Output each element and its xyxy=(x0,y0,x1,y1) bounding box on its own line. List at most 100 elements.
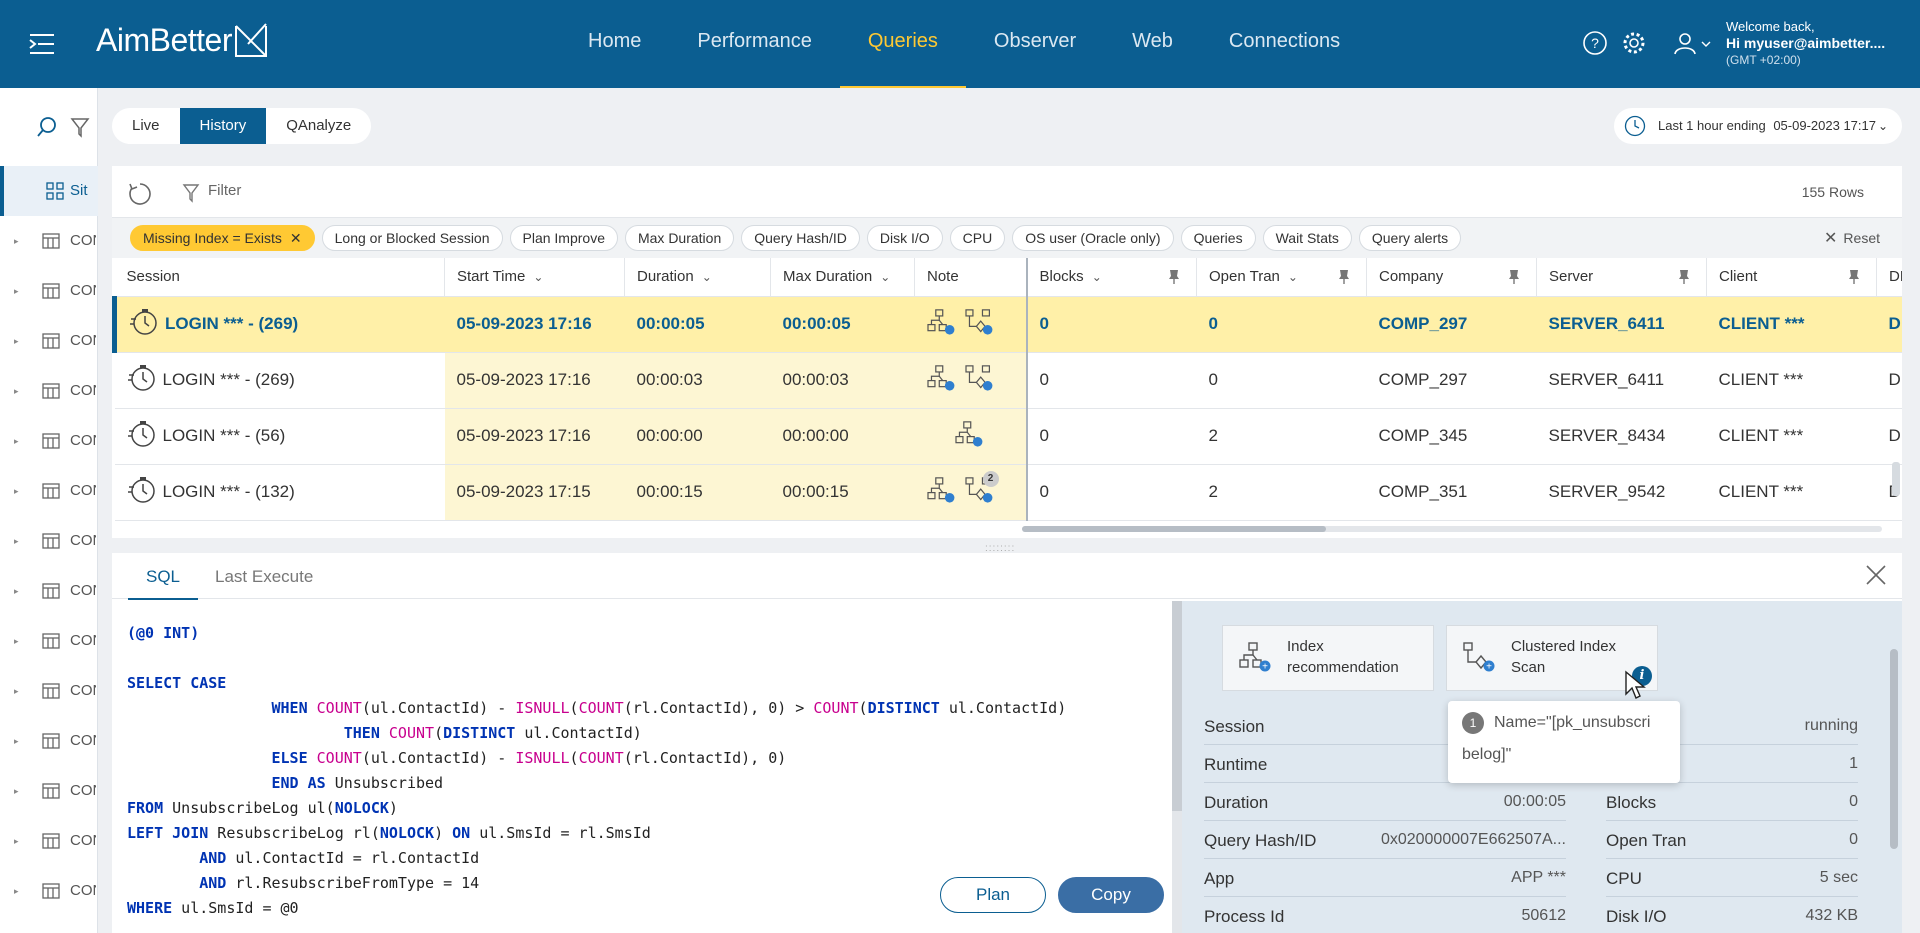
filter-chip[interactable]: Missing Index = Exists ✕ xyxy=(130,225,315,251)
expand-arrow-icon[interactable]: ▸ xyxy=(14,286,19,297)
nav-home[interactable]: Home xyxy=(560,0,669,88)
sidebar-item-connection[interactable]: ▸ CON xyxy=(0,216,98,266)
sql-code[interactable]: (@0 INT) SELECT CASE WHEN COUNT(ul.Conta… xyxy=(127,621,1066,921)
sidebar-item-connection[interactable]: ▸ CON xyxy=(0,316,98,366)
nav-observer[interactable]: Observer xyxy=(966,0,1104,88)
time-range-picker[interactable]: Last 1 hour ending 05-09-2023 17:17 ⌄ xyxy=(1614,108,1902,144)
column-header[interactable]: Duration ⌄ xyxy=(624,258,771,297)
nav-connections[interactable]: Connections xyxy=(1201,0,1368,88)
column-header[interactable]: DB xyxy=(1876,258,1902,297)
chevron-down-icon[interactable]: ⌄ xyxy=(1092,270,1102,284)
close-icon[interactable]: ✕ xyxy=(290,230,302,246)
reset-button[interactable]: ✕ Reset xyxy=(1824,228,1880,248)
filter-icon[interactable] xyxy=(70,116,90,138)
chevron-down-icon[interactable]: ⌄ xyxy=(1288,270,1298,284)
expand-arrow-icon[interactable]: ▸ xyxy=(14,586,19,597)
expand-arrow-icon[interactable]: ▸ xyxy=(14,536,19,547)
chevron-down-icon[interactable]: ⌄ xyxy=(880,270,890,284)
sidebar-item-sites[interactable]: Sit xyxy=(0,166,98,216)
index-recommendation-icon[interactable] xyxy=(926,308,955,340)
copy-button[interactable]: Copy xyxy=(1058,877,1164,913)
index-recommendation-card[interactable]: + Index recommendation xyxy=(1222,625,1434,691)
filter-chip[interactable]: Long or Blocked Session xyxy=(321,225,503,251)
index-recommendation-icon[interactable] xyxy=(926,476,955,508)
chevron-down-icon[interactable] xyxy=(1700,38,1712,50)
column-header[interactable]: Client xyxy=(1706,258,1877,297)
scrollbar-thumb[interactable] xyxy=(1022,526,1326,532)
filter-chip[interactable]: Plan Improve xyxy=(509,225,618,251)
expand-arrow-icon[interactable]: ▸ xyxy=(14,436,19,447)
filter-chip[interactable]: Query Hash/ID xyxy=(741,225,860,251)
filter-chip[interactable]: Disk I/O xyxy=(866,225,943,251)
tab-history[interactable]: History xyxy=(179,108,267,144)
sidebar-item-connection[interactable]: ▸ CON xyxy=(0,416,98,466)
sidebar-item-connection[interactable]: ▸ CON xyxy=(0,866,98,916)
sidebar-item-connection[interactable]: ▸ CON xyxy=(0,466,98,516)
pin-icon[interactable] xyxy=(1848,269,1860,288)
table-row[interactable]: LOGIN *** - (56) 05-09-2023 17:16 00:00:00… xyxy=(114,408,1902,465)
sidebar-item-connection[interactable]: ▸ CON xyxy=(0,516,98,566)
sidebar-item-connection[interactable]: ▸ CON xyxy=(0,716,98,766)
index-scan-icon[interactable] xyxy=(964,364,993,396)
sidebar-item-connection[interactable]: ▸ CON xyxy=(0,766,98,816)
expand-arrow-icon[interactable]: ▸ xyxy=(14,336,19,347)
expand-arrow-icon[interactable]: ▸ xyxy=(14,736,19,747)
expand-arrow-icon[interactable]: ▸ xyxy=(14,786,19,797)
pin-icon[interactable] xyxy=(1338,269,1350,288)
tab-sql[interactable]: SQL xyxy=(127,567,199,600)
column-header[interactable]: Company xyxy=(1366,258,1537,297)
filter-input[interactable]: Filter xyxy=(208,182,241,199)
tab-qanalyze[interactable]: QAnalyze xyxy=(266,108,371,144)
table-row[interactable]: LOGIN *** - (269) 05-09-2023 17:16 00:00:0… xyxy=(112,296,1902,353)
filter-chip[interactable]: Wait Stats xyxy=(1262,225,1352,251)
expand-arrow-icon[interactable]: ▸ xyxy=(14,486,19,497)
scrollbar-thumb[interactable] xyxy=(1172,601,1182,811)
table-row[interactable]: LOGIN *** - (132) 05-09-2023 17:15 00:00:1… xyxy=(114,464,1902,521)
expand-arrow-icon[interactable]: ▸ xyxy=(14,236,19,247)
nav-performance[interactable]: Performance xyxy=(669,0,840,88)
sidebar-item-connection[interactable]: ▸ CON xyxy=(0,366,98,416)
user-info[interactable]: Welcome back, Hi myuser@aimbetter.... (G… xyxy=(1726,18,1885,69)
nav-queries[interactable]: Queries xyxy=(839,0,966,88)
nav-web[interactable]: Web xyxy=(1104,0,1201,88)
sidebar-item-connection[interactable]: ▸ CON xyxy=(0,566,98,616)
index-scan-icon[interactable]: 2 xyxy=(964,470,999,508)
index-recommendation-icon[interactable] xyxy=(954,420,983,452)
filter-chip[interactable]: Max Duration xyxy=(624,225,735,251)
menu-toggle-icon[interactable] xyxy=(28,32,56,56)
expand-arrow-icon[interactable]: ▸ xyxy=(14,836,19,847)
column-header[interactable]: Blocks ⌄ xyxy=(1026,258,1197,297)
app-logo[interactable]: AimBetter xyxy=(96,22,268,59)
pin-icon[interactable] xyxy=(1168,269,1180,288)
column-header[interactable]: Open Tran ⌄ xyxy=(1196,258,1367,297)
code-scrollbar[interactable] xyxy=(1172,601,1182,933)
column-header[interactable]: Start Time ⌄ xyxy=(444,258,625,297)
column-header[interactable]: Note xyxy=(914,258,1028,297)
filter-chip[interactable]: Query alerts xyxy=(1358,225,1462,251)
expand-arrow-icon[interactable]: ▸ xyxy=(14,686,19,697)
column-header[interactable]: Max Duration ⌄ xyxy=(770,258,915,297)
expand-arrow-icon[interactable]: ▸ xyxy=(14,636,19,647)
pin-icon[interactable] xyxy=(1508,269,1520,288)
filter-chip[interactable]: CPU xyxy=(949,225,1006,251)
table-row[interactable]: LOGIN *** - (269) 05-09-2023 17:16 00:00:0… xyxy=(114,352,1902,409)
filter-chip[interactable]: OS user (Oracle only) xyxy=(1012,225,1174,251)
sidebar-item-connection[interactable]: ▸ CON xyxy=(0,616,98,666)
pin-icon[interactable] xyxy=(1678,269,1690,288)
help-icon[interactable]: ? xyxy=(1582,30,1608,56)
filter-chip[interactable]: Queries xyxy=(1180,225,1256,251)
close-icon[interactable] xyxy=(1864,563,1888,587)
tab-last-execute[interactable]: Last Execute xyxy=(215,567,313,587)
search-icon[interactable] xyxy=(36,116,58,138)
plan-button[interactable]: Plan xyxy=(940,877,1046,913)
settings-gear-icon[interactable] xyxy=(1621,30,1647,56)
index-recommendation-icon[interactable] xyxy=(926,364,955,396)
sidebar-item-connection[interactable]: ▸ CON xyxy=(0,816,98,866)
sidebar-item-connection[interactable]: ▸ CON xyxy=(0,266,98,316)
column-header[interactable]: Server xyxy=(1536,258,1707,297)
index-scan-icon[interactable] xyxy=(964,308,993,340)
info-scrollbar[interactable] xyxy=(1890,649,1898,849)
sidebar-item-connection[interactable]: ▸ CON xyxy=(0,666,98,716)
vertical-scrollbar[interactable] xyxy=(1892,462,1900,496)
column-header[interactable]: Session xyxy=(114,258,445,297)
